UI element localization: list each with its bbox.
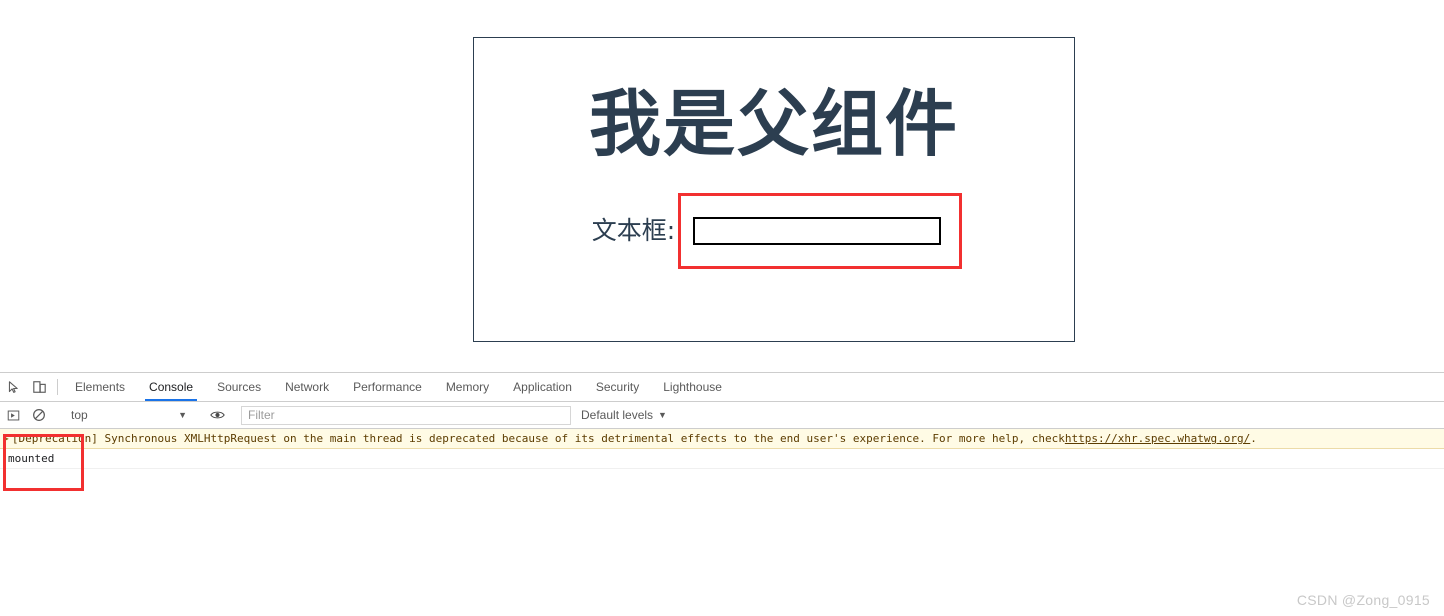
execution-context-select[interactable]: top ▼ xyxy=(63,405,193,425)
toolbar-divider xyxy=(57,379,58,395)
tab-elements[interactable]: Elements xyxy=(63,373,137,401)
device-toolbar-icon[interactable] xyxy=(26,373,52,401)
input-highlight-box xyxy=(678,192,963,269)
console-message-list: ▶ [Deprecation] Synchronous XMLHttpReque… xyxy=(0,429,1444,491)
text-field-row: 文本框: xyxy=(474,192,1074,269)
warning-text-tail: . xyxy=(1250,432,1257,445)
console-log-message[interactable]: mounted xyxy=(0,449,1444,469)
log-levels-select[interactable]: Default levels ▼ xyxy=(581,408,667,422)
log-levels-value: Default levels xyxy=(581,408,654,422)
tab-lighthouse[interactable]: Lighthouse xyxy=(651,373,734,401)
clear-console-icon[interactable] xyxy=(26,408,52,422)
warning-link[interactable]: https://xhr.spec.whatwg.org/ xyxy=(1065,432,1250,445)
parent-component-card: 我是父组件 文本框: xyxy=(473,37,1075,342)
console-warning-message[interactable]: ▶ [Deprecation] Synchronous XMLHttpReque… xyxy=(0,429,1444,449)
expand-triangle-icon[interactable]: ▶ xyxy=(4,434,9,443)
page-title: 我是父组件 xyxy=(588,82,959,166)
devtools-panel: Elements Console Sources Network Perform… xyxy=(0,372,1444,616)
tab-sources[interactable]: Sources xyxy=(205,373,273,401)
execute-icon[interactable] xyxy=(0,409,26,422)
live-expression-icon[interactable] xyxy=(204,409,230,421)
text-field-label: 文本框: xyxy=(591,216,676,246)
tab-security[interactable]: Security xyxy=(584,373,651,401)
tab-memory[interactable]: Memory xyxy=(434,373,501,401)
tab-console[interactable]: Console xyxy=(137,373,205,401)
devtools-tabbar: Elements Console Sources Network Perform… xyxy=(0,373,1444,402)
watermark: CSDN @Zong_0915 xyxy=(1296,592,1430,608)
chevron-down-icon: ▼ xyxy=(178,410,187,420)
console-toolbar: top ▼ Default levels ▼ xyxy=(0,402,1444,429)
tab-performance[interactable]: Performance xyxy=(341,373,434,401)
inspect-element-icon[interactable] xyxy=(0,373,26,401)
text-input[interactable] xyxy=(693,216,942,245)
tab-network[interactable]: Network xyxy=(273,373,341,401)
log-text: mounted xyxy=(8,452,55,465)
console-filter-input[interactable] xyxy=(241,405,571,425)
browser-viewport: 我是父组件 文本框: xyxy=(0,0,1444,372)
tab-application[interactable]: Application xyxy=(501,373,584,401)
warning-text: [Deprecation] Synchronous XMLHttpRequest… xyxy=(11,432,1065,445)
chevron-down-icon-2: ▼ xyxy=(658,410,667,420)
execution-context-value: top xyxy=(71,408,88,422)
